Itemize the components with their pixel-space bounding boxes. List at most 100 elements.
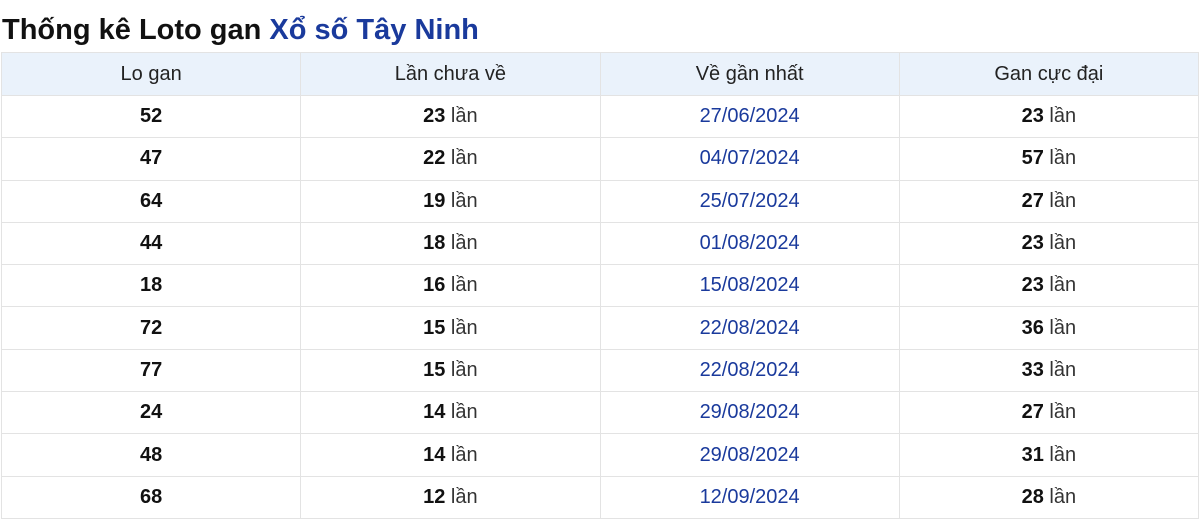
cell-lo-gan: 64	[0, 179, 302, 223]
unit-label: lần	[1049, 358, 1077, 381]
cell-lan-chua-ve: 23 lần	[300, 94, 601, 139]
unit-label: lần	[450, 147, 478, 170]
cell-ve-gan-nhat[interactable]: 12/09/2024	[599, 475, 900, 519]
unit-label: lần	[450, 401, 478, 424]
cell-gan-cuc-dai: 23 lần	[898, 221, 1200, 266]
cell-lo-gan: 77	[0, 348, 302, 393]
unit-label: lần	[450, 316, 478, 339]
table-header-row: Lo gan Lần chưa về Về gần nhất Gan cực đ…	[0, 52, 1200, 96]
chua-ve-count: 14	[423, 443, 446, 466]
header-gan-cuc-dai: Gan cực đại	[898, 52, 1200, 96]
unit-label: lần	[1049, 485, 1077, 508]
page-title-prefix: Thống kê Loto gan	[2, 14, 262, 46]
table-row: 48 14 lần 29/08/2024 31 lần	[0, 433, 1200, 477]
cell-lo-gan: 72	[0, 306, 302, 350]
unit-label: lần	[450, 105, 478, 128]
table-row: 68 12 lần 12/09/2024 28 lần	[0, 475, 1200, 519]
unit-label: lần	[450, 443, 478, 466]
unit-label: lần	[1049, 189, 1077, 212]
cuc-dai-count: 28	[1021, 485, 1044, 508]
cuc-dai-count: 57	[1021, 147, 1044, 170]
cell-gan-cuc-dai: 27 lần	[898, 391, 1200, 435]
chua-ve-count: 16	[423, 274, 446, 297]
header-lan-chua-ve: Lần chưa về	[300, 52, 601, 96]
lo-number: 72	[140, 316, 163, 339]
cell-lo-gan: 47	[0, 137, 302, 181]
unit-label: lần	[1049, 105, 1077, 128]
cell-gan-cuc-dai: 27 lần	[898, 179, 1200, 223]
cell-lo-gan: 18	[0, 264, 302, 308]
unit-label: lần	[1049, 274, 1077, 297]
cell-gan-cuc-dai: 23 lần	[898, 264, 1200, 308]
cell-lo-gan: 68	[0, 475, 302, 519]
cell-lo-gan: 48	[0, 433, 302, 477]
cell-ve-gan-nhat[interactable]: 22/08/2024	[599, 348, 900, 393]
cell-lan-chua-ve: 15 lần	[300, 306, 601, 350]
table-row: 18 16 lần 15/08/2024 23 lần	[0, 264, 1200, 308]
table-row: 64 19 lần 25/07/2024 27 lần	[0, 179, 1200, 223]
cuc-dai-count: 36	[1021, 316, 1044, 339]
table-row: 77 15 lần 22/08/2024 33 lần	[0, 348, 1200, 393]
cell-lo-gan: 44	[0, 221, 302, 266]
chua-ve-count: 22	[423, 147, 446, 170]
chua-ve-count: 18	[423, 232, 446, 255]
lo-number: 64	[140, 189, 163, 212]
cuc-dai-count: 23	[1021, 274, 1044, 297]
cell-gan-cuc-dai: 36 lần	[898, 306, 1200, 350]
cell-gan-cuc-dai: 31 lần	[898, 433, 1200, 477]
chua-ve-count: 23	[423, 105, 446, 128]
unit-label: lần	[450, 358, 478, 381]
cell-lan-chua-ve: 14 lần	[300, 391, 601, 435]
unit-label: lần	[450, 232, 478, 255]
unit-label: lần	[1049, 316, 1077, 339]
cuc-dai-count: 23	[1021, 232, 1044, 255]
cuc-dai-count: 27	[1021, 189, 1044, 212]
page-title-province[interactable]: Xổ số Tây Ninh	[269, 14, 478, 46]
cell-lan-chua-ve: 18 lần	[300, 221, 601, 266]
cuc-dai-count: 31	[1021, 443, 1044, 466]
table-body: 52 23 lần 27/06/2024 23 lần 47 22 lần 04/07/20…	[0, 94, 1200, 519]
header-ve-gan-nhat: Về gần nhất	[599, 52, 900, 96]
cell-ve-gan-nhat[interactable]: 27/06/2024	[599, 94, 900, 139]
loto-gan-table: Lo gan Lần chưa về Về gần nhất Gan cực đ…	[0, 52, 1200, 519]
table-row: 52 23 lần 27/06/2024 23 lần	[0, 94, 1200, 139]
cell-gan-cuc-dai: 28 lần	[898, 475, 1200, 519]
cell-ve-gan-nhat[interactable]: 25/07/2024	[599, 179, 900, 223]
cell-ve-gan-nhat[interactable]: 15/08/2024	[599, 264, 900, 308]
lo-number: 68	[140, 485, 163, 508]
unit-label: lần	[1049, 443, 1077, 466]
lo-number: 47	[140, 147, 163, 170]
chua-ve-count: 15	[423, 316, 446, 339]
cell-ve-gan-nhat[interactable]: 29/08/2024	[599, 391, 900, 435]
lo-number: 77	[140, 358, 163, 381]
cell-lan-chua-ve: 15 lần	[300, 348, 601, 393]
header-lo-gan: Lo gan	[0, 52, 302, 96]
cell-ve-gan-nhat[interactable]: 29/08/2024	[599, 433, 900, 477]
lo-number: 44	[140, 232, 163, 255]
chua-ve-count: 12	[423, 485, 446, 508]
cell-ve-gan-nhat[interactable]: 04/07/2024	[599, 137, 900, 181]
cell-lo-gan: 52	[0, 94, 302, 139]
cell-ve-gan-nhat[interactable]: 22/08/2024	[599, 306, 900, 350]
lo-number: 48	[140, 443, 163, 466]
table-row: 47 22 lần 04/07/2024 57 lần	[0, 137, 1200, 181]
table-row: 72 15 lần 22/08/2024 36 lần	[0, 306, 1200, 350]
cuc-dai-count: 27	[1021, 401, 1044, 424]
cell-lan-chua-ve: 19 lần	[300, 179, 601, 223]
lo-number: 24	[140, 401, 163, 424]
table-row: 44 18 lần 01/08/2024 23 lần	[0, 221, 1200, 266]
unit-label: lần	[450, 274, 478, 297]
chua-ve-count: 19	[423, 189, 446, 212]
lo-number: 52	[140, 105, 163, 128]
unit-label: lần	[1049, 232, 1077, 255]
unit-label: lần	[450, 485, 478, 508]
unit-label: lần	[450, 189, 478, 212]
cell-lan-chua-ve: 22 lần	[300, 137, 601, 181]
chua-ve-count: 14	[423, 401, 446, 424]
table-row: 24 14 lần 29/08/2024 27 lần	[0, 391, 1200, 435]
cell-lo-gan: 24	[0, 391, 302, 435]
cell-gan-cuc-dai: 23 lần	[898, 94, 1200, 139]
cell-ve-gan-nhat[interactable]: 01/08/2024	[599, 221, 900, 266]
cuc-dai-count: 33	[1021, 358, 1044, 381]
unit-label: lần	[1049, 147, 1077, 170]
